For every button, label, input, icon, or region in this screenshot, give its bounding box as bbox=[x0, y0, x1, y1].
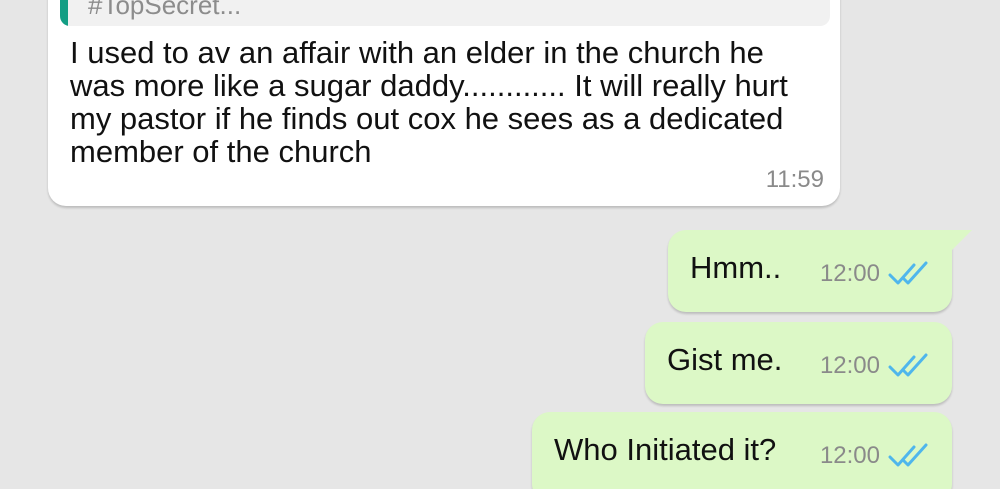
quote-accent-bar bbox=[60, 0, 68, 26]
double-check-icon bbox=[888, 353, 928, 377]
outgoing-message-bubble[interactable]: Hmm.. 12:00 bbox=[668, 230, 972, 312]
outgoing-message-time: 12:00 bbox=[819, 352, 880, 379]
message-meta: 12:00 bbox=[820, 352, 934, 380]
outgoing-message-time: 12:00 bbox=[819, 442, 880, 469]
incoming-message-time: 11:59 bbox=[765, 166, 824, 193]
incoming-message-bubble[interactable]: #TopSecret... I used to av an affair wit… bbox=[48, 0, 840, 206]
double-check-icon bbox=[888, 443, 928, 467]
quoted-message[interactable]: #TopSecret... bbox=[60, 0, 830, 26]
outgoing-message-text: Gist me. bbox=[667, 342, 783, 377]
outgoing-message-bubble[interactable]: Who Initiated it? 12:00 bbox=[532, 412, 952, 489]
outgoing-message-time: 12:00 bbox=[819, 260, 880, 287]
double-check-icon bbox=[888, 261, 928, 285]
outgoing-message-bubble[interactable]: Gist me. 12:00 bbox=[645, 322, 952, 404]
quoted-message-text: #TopSecret... bbox=[88, 0, 242, 20]
chat-conversation: #TopSecret... I used to av an affair wit… bbox=[0, 0, 1000, 489]
incoming-message-text: I used to av an affair with an elder in … bbox=[70, 35, 788, 169]
outgoing-message-text: Who Initiated it? bbox=[554, 432, 777, 467]
bubble-tail bbox=[950, 230, 972, 252]
message-meta: 12:00 bbox=[820, 260, 934, 288]
outgoing-message-text: Hmm.. bbox=[690, 250, 782, 285]
message-meta: 12:00 bbox=[820, 442, 934, 470]
